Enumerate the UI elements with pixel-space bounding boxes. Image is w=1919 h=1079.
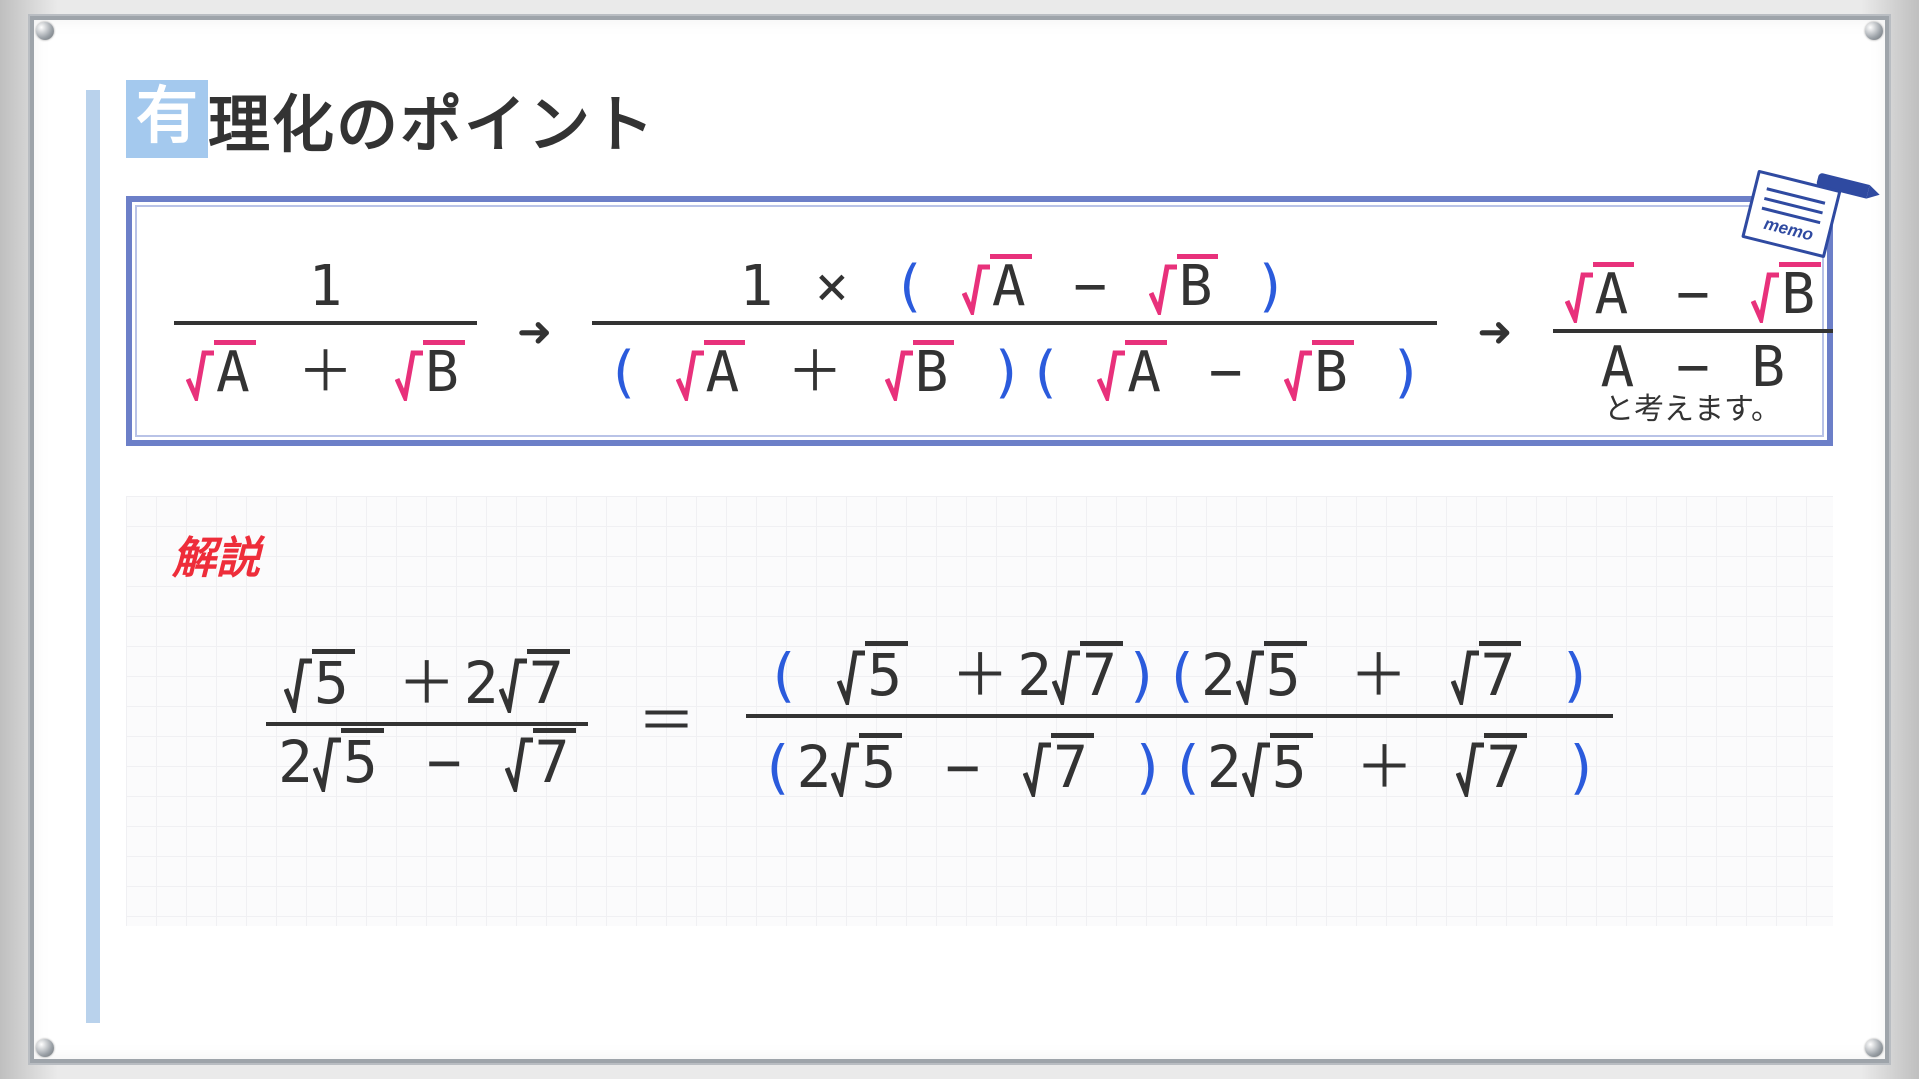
sqrt-5: 5	[284, 649, 355, 717]
paren-close: )	[1252, 254, 1290, 319]
example-lhs: 5 ＋2 7 2 5 −	[266, 634, 588, 798]
sqrt-7: 7	[499, 649, 570, 717]
sqrt-5: 5	[1242, 733, 1313, 801]
page-title: 有理化のポイント	[126, 74, 1833, 156]
example-rhs: ( 5 ＋2 7 )(2 5 ＋	[746, 626, 1614, 806]
memo-sticker: memo	[1732, 154, 1861, 270]
numerator: 1 × ( A − B )	[728, 252, 1302, 321]
sqrt-5: 5	[837, 641, 908, 709]
screw-icon	[36, 1039, 54, 1057]
screw-icon	[1865, 1039, 1883, 1057]
numerator: A − B	[1553, 260, 1834, 329]
numerator: 1	[297, 252, 355, 321]
sqrt-5: 5	[831, 733, 902, 801]
sqrt-A: A	[186, 340, 256, 405]
title-badge: 有	[126, 80, 208, 158]
sqrt-7: 7	[1052, 641, 1123, 709]
explanation-title: 解説	[172, 522, 1793, 586]
worked-example: 5 ＋2 7 2 5 −	[266, 626, 1793, 806]
sqrt-A: A	[962, 254, 1032, 319]
arrow-icon: ➜	[1471, 307, 1518, 356]
denominator: 2 5 − 7	[266, 726, 588, 798]
formula-note: と考えます。	[1604, 384, 1781, 428]
arrow-icon: ➜	[511, 307, 558, 356]
equals-sign: ＝	[628, 674, 706, 758]
sqrt-A: A	[1097, 340, 1167, 405]
formula-step1: 1 A ＋ B	[174, 252, 477, 410]
sqrt-7: 7	[505, 728, 576, 796]
screw-icon	[1865, 22, 1883, 40]
paren-open: (	[890, 254, 928, 319]
sqrt-B: B	[1751, 262, 1821, 327]
sqrt-A: A	[676, 340, 746, 405]
denominator: A ＋ B	[174, 325, 477, 410]
denominator: ( A ＋ B )( A −	[592, 325, 1437, 410]
formula-step3: A − B A − B	[1553, 260, 1834, 402]
key-formula-box: memo 1 A ＋ B ➜	[126, 196, 1833, 446]
left-accent-stripe	[86, 90, 100, 1023]
sqrt-7: 7	[1023, 733, 1094, 801]
numerator: ( 5 ＋2 7 )(2 5 ＋	[751, 626, 1607, 714]
denominator: (2 5 − 7 )(2 5 ＋	[746, 718, 1614, 806]
sqrt-B: B	[395, 340, 465, 405]
memo-label: memo	[1762, 214, 1815, 246]
sqrt-7: 7	[1456, 733, 1527, 801]
title-text: 理化のポイント	[208, 74, 656, 164]
screw-icon	[36, 22, 54, 40]
sqrt-B: B	[1284, 340, 1354, 405]
sqrt-B: B	[885, 340, 955, 405]
sqrt-A: A	[1565, 262, 1635, 327]
whiteboard-frame: 有理化のポイント memo 1 A ＋	[0, 0, 1919, 1079]
numerator: 5 ＋2 7	[272, 634, 582, 722]
sqrt-5: 5	[313, 728, 384, 796]
sqrt-B: B	[1149, 254, 1219, 319]
sqrt-5: 5	[1236, 641, 1307, 709]
whiteboard-surface: 有理化のポイント memo 1 A ＋	[28, 14, 1891, 1065]
explanation-panel: 解説 5 ＋2 7	[126, 496, 1833, 926]
formula-step2: 1 × ( A − B ) (	[592, 252, 1437, 410]
sqrt-7: 7	[1451, 641, 1522, 709]
